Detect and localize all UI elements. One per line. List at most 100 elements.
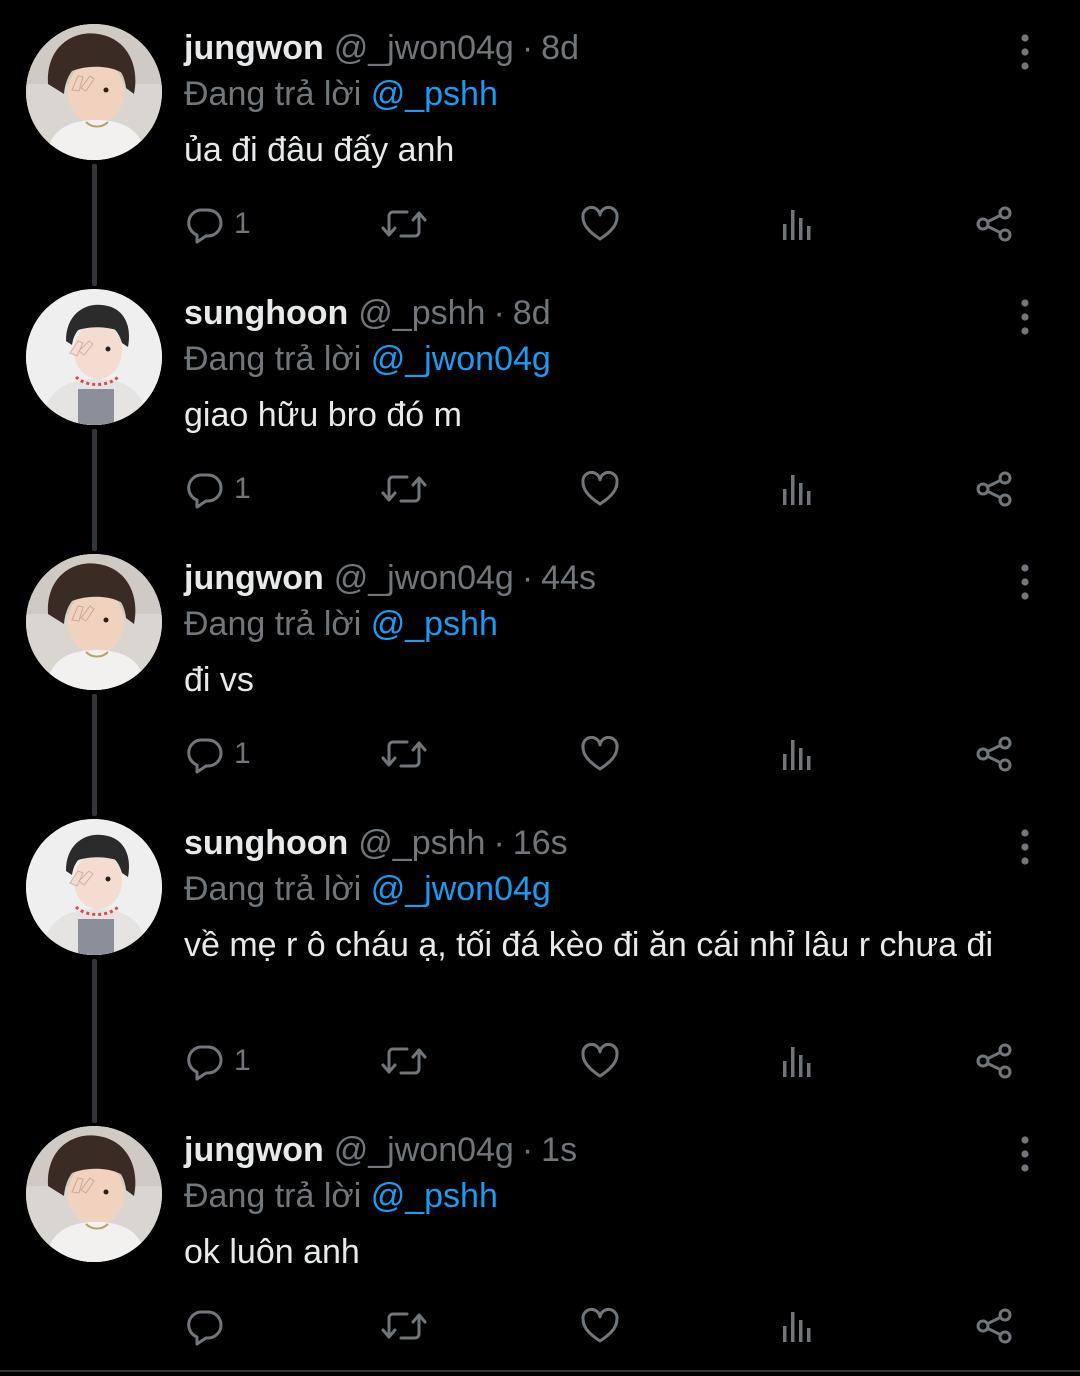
reply-button[interactable]: 1 (184, 1036, 251, 1086)
heart-icon (580, 1306, 620, 1346)
like-button[interactable] (580, 729, 620, 779)
more-options-button[interactable] (1010, 827, 1040, 867)
avatar[interactable] (26, 24, 162, 160)
display-name[interactable]: sunghoon (184, 289, 348, 337)
more-options-button[interactable] (1010, 1134, 1040, 1174)
separator-dot: · (493, 294, 505, 332)
views-chart-icon (776, 734, 816, 774)
display-name[interactable]: jungwon (184, 24, 324, 72)
reply-icon (184, 734, 224, 774)
retweet-button[interactable] (380, 1301, 428, 1351)
like-button[interactable] (580, 199, 620, 249)
tweet-actions: 1 (184, 729, 1024, 779)
timestamp[interactable]: 8d (513, 289, 551, 337)
share-button[interactable] (974, 1301, 1014, 1351)
user-handle[interactable]: @_jwon04g (334, 554, 514, 602)
share-button[interactable] (974, 464, 1014, 514)
reply-button[interactable]: 1 (184, 199, 251, 249)
avatar[interactable] (26, 289, 162, 425)
mention-link[interactable]: @_pshh (371, 1177, 498, 1215)
user-handle[interactable]: @_jwon04g (334, 1126, 514, 1174)
user-handle[interactable]: @_pshh (358, 289, 485, 337)
timestamp[interactable]: 1s (541, 1126, 577, 1174)
mention-link[interactable]: @_jwon04g (371, 340, 551, 378)
reply-icon (184, 469, 224, 509)
reply-icon (184, 1306, 224, 1346)
tweet[interactable]: sunghoon @_pshh · 8d Đang trả lời @_jwon… (0, 289, 1080, 555)
separator-dot: · (521, 29, 534, 67)
like-button[interactable] (580, 1301, 620, 1351)
retweet-button[interactable] (380, 464, 428, 514)
views-button[interactable] (776, 1301, 816, 1351)
like-button[interactable] (580, 1036, 620, 1086)
views-button[interactable] (776, 464, 816, 514)
replying-to: Đang trả lời @_pshh (184, 1174, 1010, 1218)
share-button[interactable] (974, 1036, 1014, 1086)
user-handle[interactable]: @_jwon04g (334, 24, 514, 72)
timestamp[interactable]: 8d (541, 24, 579, 72)
views-chart-icon (776, 1041, 816, 1081)
mention-link[interactable]: @_pshh (371, 75, 498, 113)
avatar[interactable] (26, 554, 162, 690)
display-name[interactable]: jungwon (184, 554, 324, 602)
reply-button[interactable]: 1 (184, 729, 251, 779)
share-button[interactable] (974, 199, 1014, 249)
retweet-icon (380, 204, 428, 244)
retweet-icon (380, 1306, 428, 1346)
user-handle[interactable]: @_pshh (358, 819, 485, 867)
retweet-button[interactable] (380, 1036, 428, 1086)
views-chart-icon (776, 204, 816, 244)
more-options-button[interactable] (1010, 297, 1040, 337)
share-button[interactable] (974, 729, 1014, 779)
more-options-button[interactable] (1010, 32, 1040, 72)
timestamp[interactable]: 16s (513, 819, 568, 867)
replying-to: Đang trả lời @_jwon04g (184, 337, 1010, 381)
more-vertical-icon (1010, 32, 1040, 72)
retweet-button[interactable] (380, 199, 428, 249)
tweet-text: ok luôn anh (184, 1233, 360, 1271)
retweet-icon (380, 1041, 428, 1081)
replying-to-label: Đang trả lời (184, 870, 362, 908)
separator-dot: · (521, 559, 534, 597)
reply-button[interactable] (184, 1301, 234, 1351)
views-button[interactable] (776, 1036, 816, 1086)
share-icon (974, 1306, 1014, 1346)
share-icon (974, 1041, 1014, 1081)
tweet-text: giao hữu bro đó m (184, 396, 462, 434)
tweet-header: sunghoon @_pshh · 8d (184, 289, 1010, 337)
tweet-actions (184, 1301, 1024, 1351)
tweet[interactable]: jungwon @_jwon04g · 8d Đang trả lời @_ps… (0, 24, 1080, 290)
thread-connector (92, 959, 97, 1123)
separator-dot: · (493, 824, 505, 862)
more-options-button[interactable] (1010, 562, 1040, 602)
tweet[interactable]: jungwon @_jwon04g · 1s Đang trả lời @_ps… (0, 1126, 1080, 1366)
tweet-content: jungwon @_jwon04g · 1s Đang trả lời @_ps… (184, 1126, 1010, 1274)
display-name[interactable]: sunghoon (184, 819, 348, 867)
reply-button[interactable]: 1 (184, 464, 251, 514)
tweet[interactable]: sunghoon @_pshh · 16s Đang trả lời @_jwo… (0, 819, 1080, 1127)
tweet-actions: 1 (184, 199, 1024, 249)
reply-count: 1 (234, 737, 251, 770)
mention-link[interactable]: @_pshh (371, 605, 498, 643)
views-button[interactable] (776, 199, 816, 249)
more-vertical-icon (1010, 562, 1040, 602)
tweet-text: về mẹ r ô cháu ạ, tối đá kèo đi ăn cái n… (184, 926, 993, 964)
tweet[interactable]: jungwon @_jwon04g · 44s Đang trả lời @_p… (0, 554, 1080, 820)
share-icon (974, 469, 1014, 509)
views-button[interactable] (776, 729, 816, 779)
thread-connector (92, 694, 97, 816)
more-vertical-icon (1010, 1134, 1040, 1174)
retweet-button[interactable] (380, 729, 428, 779)
reply-icon (184, 1041, 224, 1081)
tweet-text: đi vs (184, 661, 254, 699)
mention-link[interactable]: @_jwon04g (371, 870, 551, 908)
display-name[interactable]: jungwon (184, 1126, 324, 1174)
timestamp[interactable]: 44s (541, 554, 596, 602)
replying-to: Đang trả lời @_pshh (184, 72, 1010, 116)
like-button[interactable] (580, 464, 620, 514)
avatar[interactable] (26, 1126, 162, 1262)
thread-connector (92, 429, 97, 551)
replying-to: Đang trả lời @_pshh (184, 602, 1010, 646)
thread-connector (92, 164, 97, 286)
avatar[interactable] (26, 819, 162, 955)
